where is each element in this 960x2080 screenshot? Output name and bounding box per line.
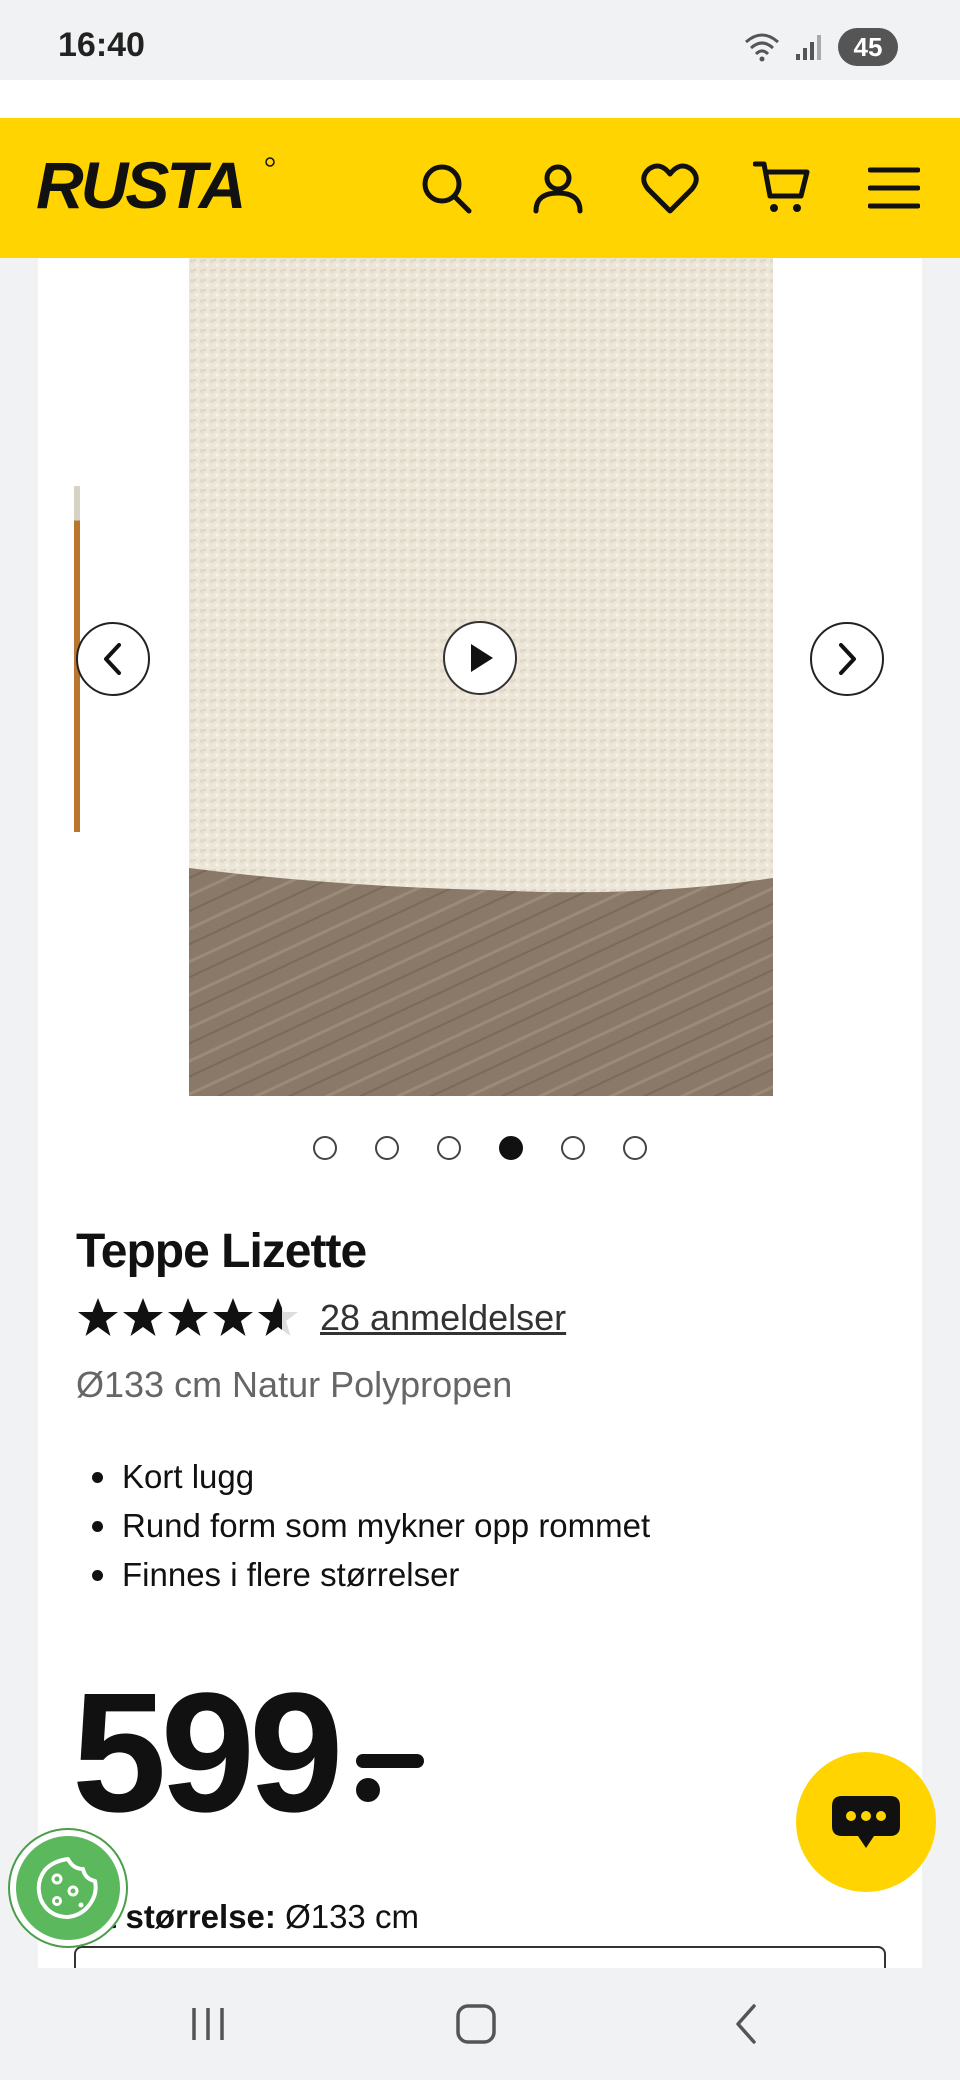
cookie-icon — [36, 1857, 98, 1919]
account-icon[interactable] — [528, 158, 588, 218]
home-icon[interactable] — [446, 1998, 506, 2050]
chevron-right-icon — [839, 643, 856, 675]
feature-item: Rund form som mykner opp rommet — [76, 1501, 650, 1550]
feature-item: Kort lugg — [76, 1452, 650, 1501]
svg-text:RUSTA: RUSTA — [36, 154, 243, 218]
cart-icon[interactable] — [752, 158, 812, 218]
chat-icon — [832, 1796, 900, 1848]
status-time: 16:40 — [58, 26, 145, 64]
status-icons: 45 — [744, 28, 898, 66]
play-icon — [471, 644, 493, 672]
cookie-settings-button[interactable] — [10, 1830, 126, 1946]
chat-button[interactable] — [796, 1752, 936, 1892]
half-star-icon — [258, 1298, 282, 1336]
feature-item: Finnes i flere størrelser — [76, 1550, 650, 1599]
rusta-logo[interactable]: RUSTA — [36, 148, 276, 223]
gallery-dots — [38, 1136, 922, 1160]
status-bar: 16:40 45 — [0, 0, 960, 80]
top-strip — [0, 80, 960, 118]
menu-icon[interactable] — [864, 158, 924, 218]
feature-list: Kort lugg Rund form som mykner opp romme… — [76, 1452, 650, 1599]
gallery-dot[interactable] — [313, 1136, 337, 1160]
wifi-icon — [745, 33, 779, 62]
rating-row: 28 anmeldelser — [76, 1296, 566, 1340]
star-icon — [213, 1298, 253, 1336]
system-nav-bar — [0, 1968, 960, 2080]
signal-icon — [796, 35, 821, 60]
selected-size: lgt størrelse: Ø133 cm — [76, 1898, 419, 1936]
play-video-button[interactable] — [443, 621, 517, 695]
site-header: RUSTA — [0, 118, 960, 258]
heart-icon[interactable] — [640, 158, 700, 218]
product-title: Teppe Lizette — [76, 1225, 367, 1278]
gallery-dot[interactable] — [561, 1136, 585, 1160]
price-dot — [356, 1778, 380, 1802]
reviews-link[interactable]: 28 anmeldelser — [320, 1297, 566, 1339]
gallery-dot[interactable] — [375, 1136, 399, 1160]
gallery-dot[interactable] — [437, 1136, 461, 1160]
star-icon — [78, 1298, 118, 1336]
price-dash — [356, 1754, 424, 1768]
rating-stars — [76, 1296, 306, 1340]
size-selector[interactable] — [74, 1946, 886, 1968]
gallery-dot[interactable] — [623, 1136, 647, 1160]
chevron-left-icon — [104, 643, 121, 675]
back-icon[interactable] — [716, 1998, 776, 2050]
product-card: Teppe Lizette 28 anmeldelser Ø133 cm Nat… — [38, 258, 922, 1968]
battery-indicator: 45 — [838, 28, 898, 66]
star-icon — [168, 1298, 208, 1336]
price: 599 — [72, 1658, 344, 1848]
gallery-dot-active[interactable] — [499, 1136, 523, 1160]
gallery-prev-button[interactable] — [76, 622, 150, 696]
recent-apps-icon[interactable] — [178, 1998, 238, 2050]
product-variant: Ø133 cm Natur Polypropen — [76, 1364, 513, 1405]
size-value: Ø133 cm — [285, 1898, 419, 1935]
search-icon[interactable] — [416, 158, 476, 218]
gallery-next-button[interactable] — [810, 622, 884, 696]
star-icon — [123, 1298, 163, 1336]
